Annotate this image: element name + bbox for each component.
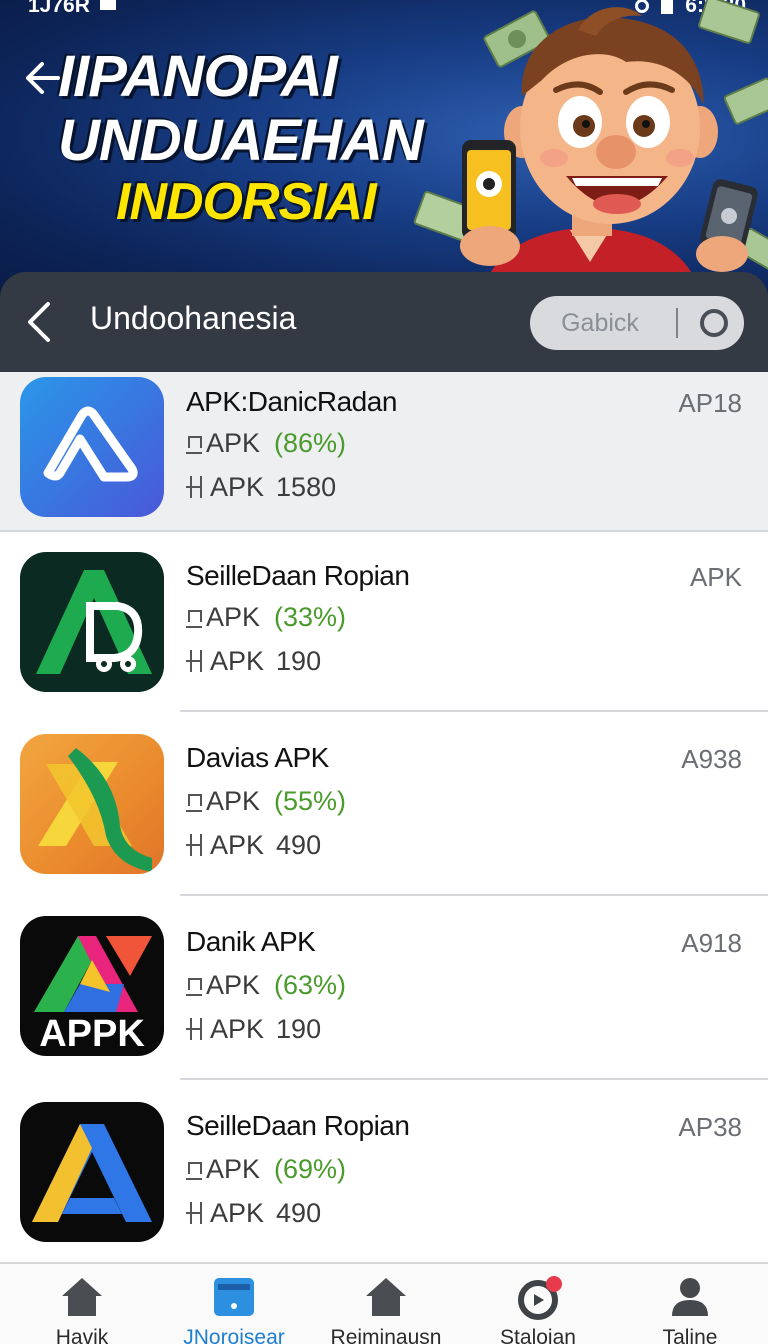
- app-name: Davias APK: [186, 742, 329, 773]
- download-icon: [186, 792, 202, 812]
- app-size: APK 190: [186, 1014, 321, 1045]
- nav-item-havik[interactable]: Havik: [5, 1264, 159, 1344]
- nav-label: JNoroisear: [183, 1326, 285, 1344]
- nav-label: Staloian: [500, 1326, 576, 1344]
- app-rating: APK (86%): [186, 428, 346, 459]
- app-tag: A918: [681, 928, 742, 958]
- status-carrier: 1J76R: [28, 0, 116, 18]
- promo-banner: 1J76R 6:2:30 IIPANOPAI UNDUAEHAN INDORSI…: [0, 0, 768, 300]
- search-input[interactable]: Gabick: [530, 296, 744, 350]
- app-name: APK:DanicRadan: [186, 386, 397, 417]
- app-name: Danik APK: [186, 926, 316, 957]
- search-divider: [676, 308, 678, 338]
- app-rating: APK (33%): [186, 602, 346, 633]
- search-placeholder: Gabick: [561, 309, 639, 337]
- app-list: APK:DanicRadan APK (86%) APK 1580 AP18 Sei…: [0, 372, 768, 1262]
- size-icon: [186, 650, 202, 674]
- app-row[interactable]: Davias APK APK (55%) APK 490 A938: [0, 712, 768, 896]
- person-icon: [672, 1278, 708, 1316]
- app-logo-icon: [20, 734, 164, 874]
- size-icon: [186, 476, 202, 500]
- app-size: APK 1580: [186, 472, 336, 503]
- download-icon: [186, 608, 202, 628]
- app-row[interactable]: APK:DanicRadan APK (86%) APK 1580 AP18: [0, 372, 768, 532]
- card-icon: [214, 1278, 254, 1316]
- app-row[interactable]: SeilleDaan Ropian APK (69%) APK 490 AP38: [0, 1080, 768, 1262]
- home-icon: [62, 1278, 102, 1316]
- app-tag: A938: [681, 744, 742, 774]
- search-icon[interactable]: [700, 309, 728, 337]
- download-icon: [186, 1160, 202, 1180]
- app-size: APK 490: [186, 1198, 321, 1229]
- nav-item-staloian[interactable]: Staloian: [461, 1264, 615, 1344]
- nav-item-reiminausn[interactable]: Reiminausn: [309, 1264, 463, 1344]
- app-row[interactable]: SeilleDaan Ropian APK (33%) APK 190 APK: [0, 532, 768, 712]
- nav-item-jnoroisear[interactable]: JNoroisear: [157, 1264, 311, 1344]
- nav-label: Taline: [662, 1326, 718, 1344]
- nav-label: Reiminausn: [330, 1326, 442, 1344]
- app-logo-icon: APPK: [20, 916, 164, 1056]
- app-size: APK 190: [186, 646, 321, 677]
- app-tag: AP38: [678, 1112, 742, 1142]
- mascot-illustration: [413, 0, 768, 300]
- nav-item-taline[interactable]: Taline: [613, 1264, 767, 1344]
- app-logo-icon: [20, 552, 164, 692]
- app-rating: APK (55%): [186, 786, 346, 817]
- back-arrow-icon[interactable]: [22, 58, 62, 98]
- search-header: Undoohanesia Gabick: [0, 272, 768, 372]
- size-icon: [186, 1018, 202, 1042]
- size-icon: [186, 1202, 202, 1226]
- app-tag: AP18: [678, 388, 742, 418]
- app-name: SeilleDaan Ropian: [186, 1110, 410, 1141]
- app-logo-icon: [20, 377, 164, 517]
- nav-label: Havik: [55, 1326, 109, 1344]
- home-icon: [366, 1278, 406, 1316]
- download-icon: [186, 976, 202, 996]
- chevron-left-icon[interactable]: [24, 300, 54, 344]
- app-logo-text: APPK: [39, 1013, 145, 1055]
- app-name: SeilleDaan Ropian: [186, 560, 410, 591]
- record-icon: [518, 1276, 562, 1320]
- app-rating: APK (69%): [186, 1154, 346, 1185]
- download-icon: [186, 434, 202, 454]
- size-icon: [186, 834, 202, 858]
- page-title: Undoohanesia: [90, 300, 297, 336]
- app-tag: APK: [689, 562, 742, 592]
- app-rating: APK (63%): [186, 970, 346, 1001]
- app-size: APK 490: [186, 830, 321, 861]
- app-logo-icon: [20, 1102, 164, 1242]
- app-row[interactable]: APPK Danik APK APK (63%) APK 190 A918: [0, 896, 768, 1080]
- bottom-navigation: Havik JNoroisear Reiminausn Staloian Tal…: [0, 1262, 768, 1344]
